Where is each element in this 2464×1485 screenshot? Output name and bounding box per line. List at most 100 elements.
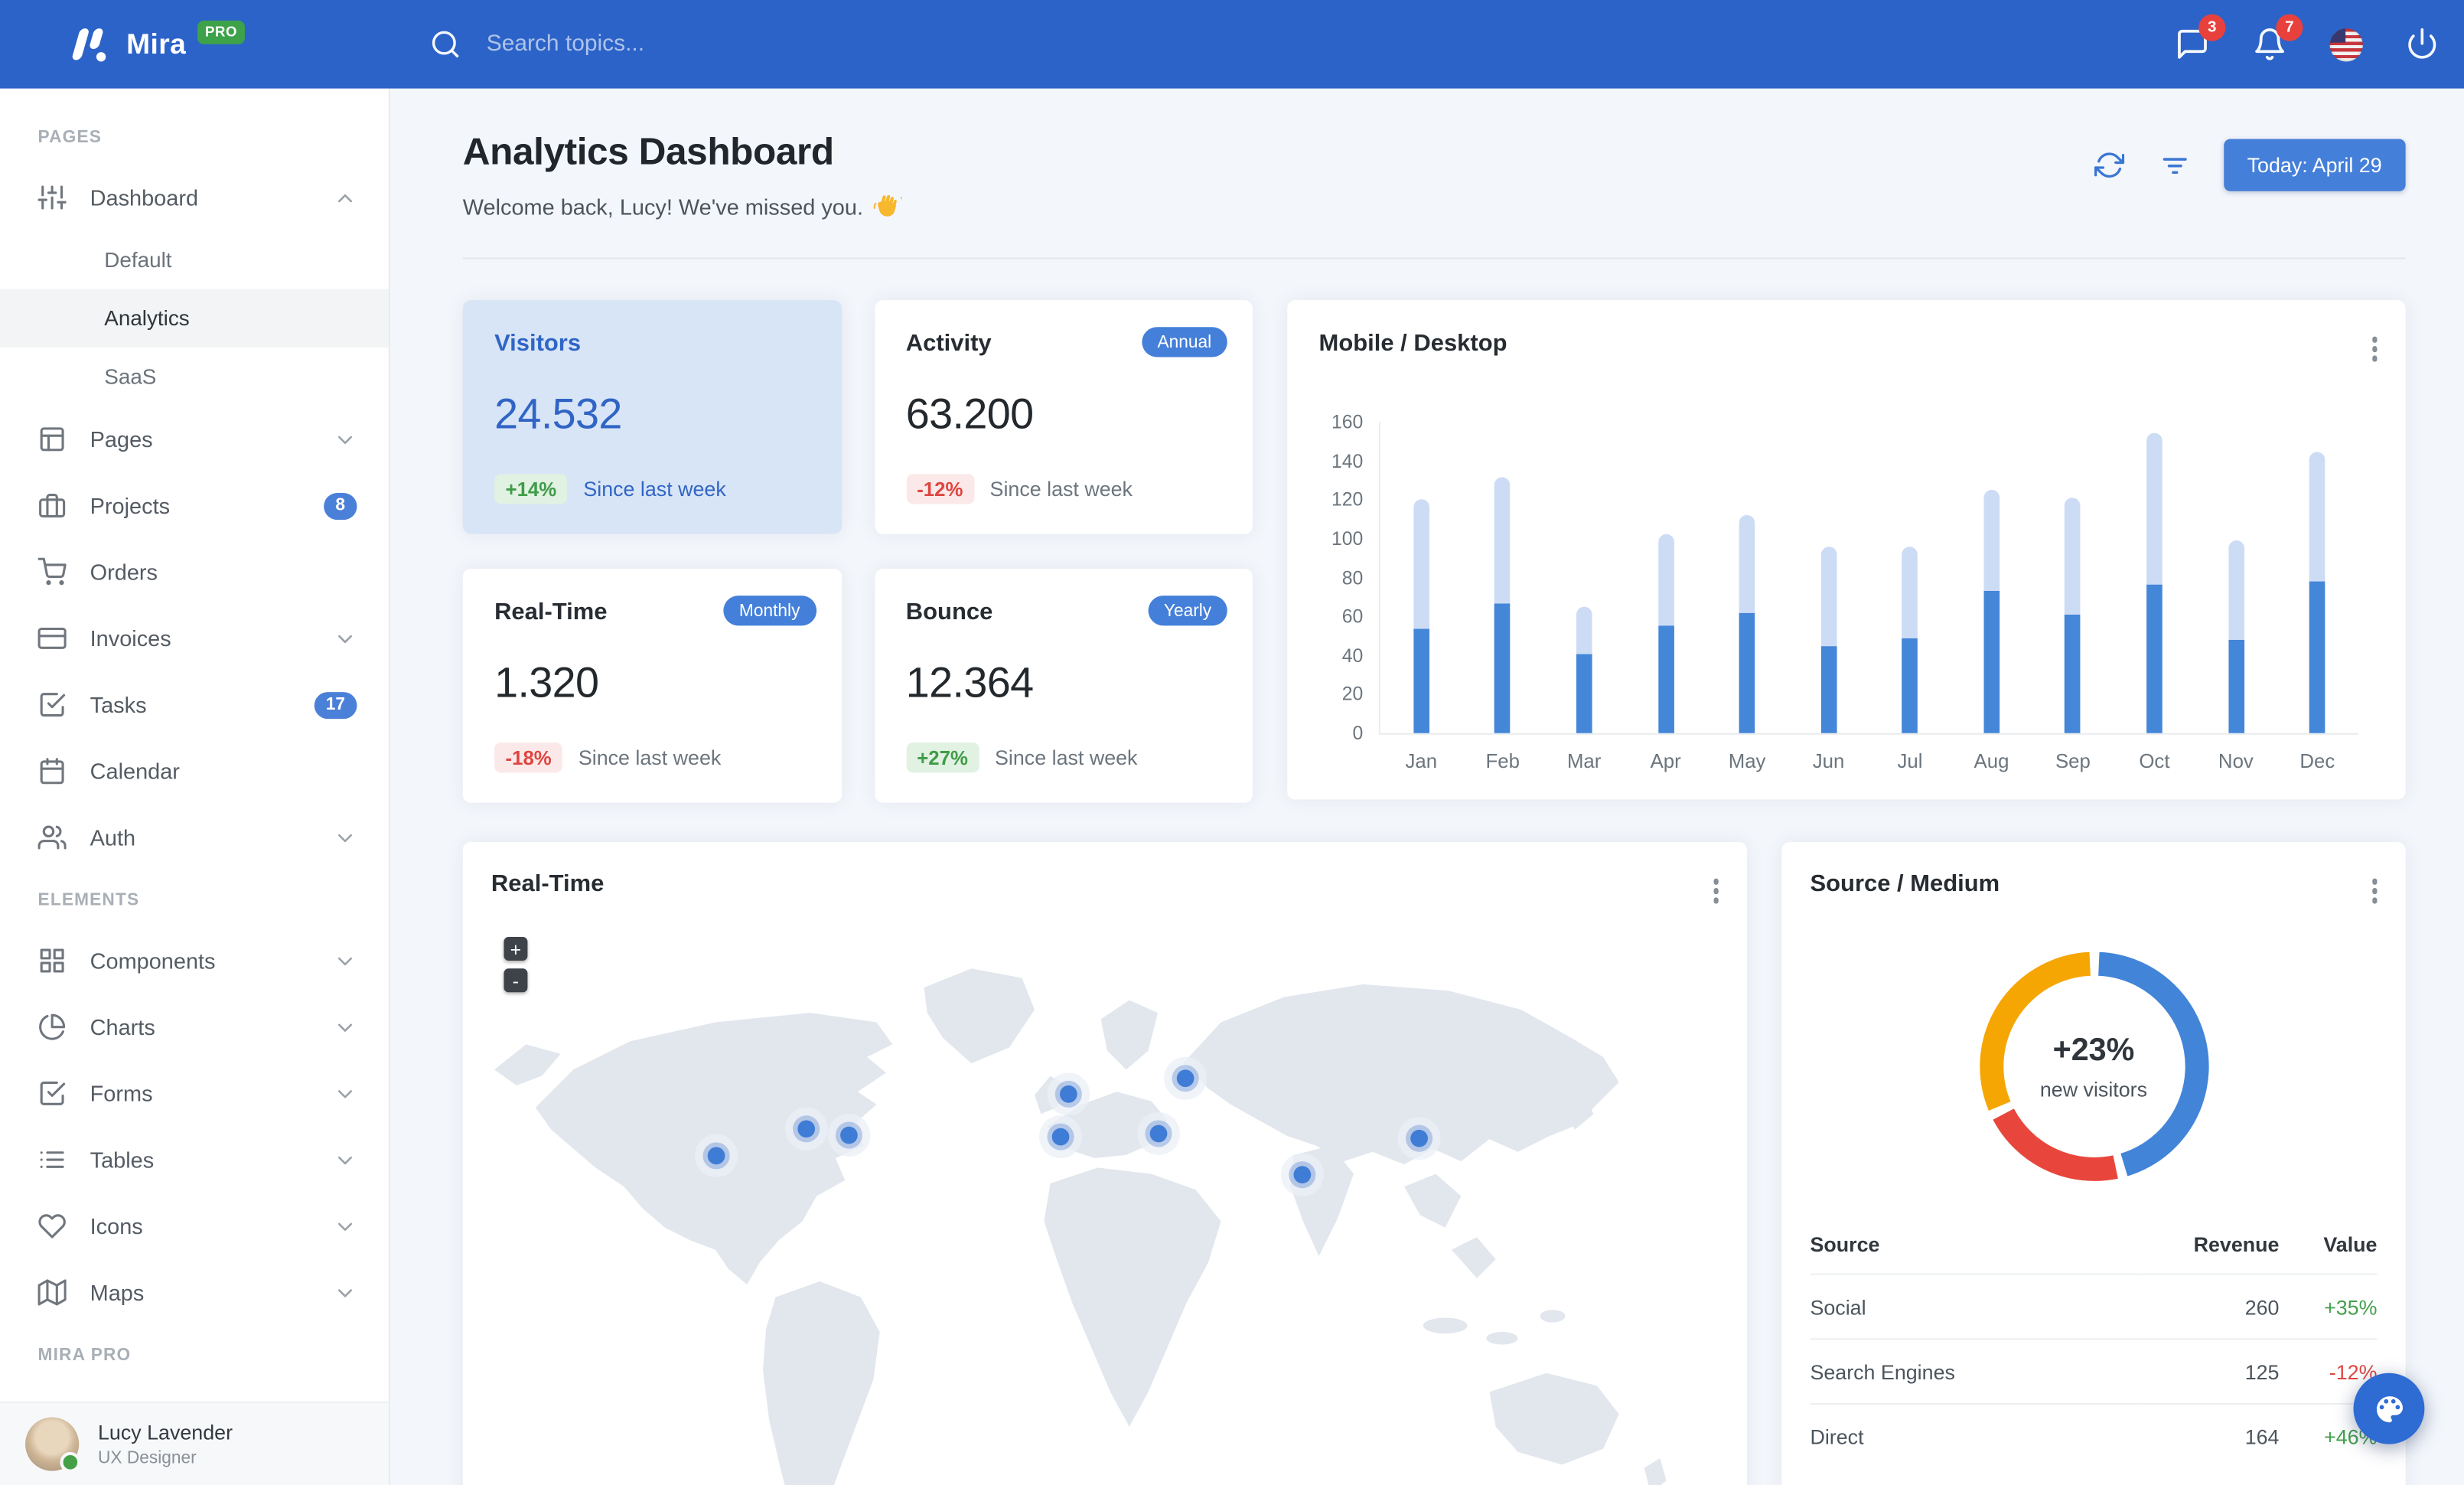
- bar-segment-desktop: [2228, 540, 2244, 640]
- welcome-subtitle: Welcome back, Lucy! We've missed you.: [463, 191, 903, 221]
- bar-segment-desktop: [1494, 476, 1511, 603]
- sidebar-item-orders[interactable]: Orders: [0, 539, 389, 605]
- sidebar-user[interactable]: Lucy Lavender UX Designer: [0, 1401, 389, 1485]
- sidebar-item-dashboard[interactable]: Dashboard: [0, 165, 389, 231]
- brand[interactable]: Mira PRO: [70, 0, 246, 89]
- bar-group-nov: [2195, 422, 2277, 733]
- sidebar-item-components[interactable]: Components: [0, 928, 389, 994]
- sidebar-item-charts[interactable]: Charts: [0, 994, 389, 1060]
- stat-period-badge[interactable]: Monthly: [723, 596, 816, 626]
- table-row: Search Engines 125 -12%: [1810, 1339, 2378, 1405]
- cell-value: +35%: [2279, 1274, 2378, 1340]
- messages-icon[interactable]: 3: [2175, 14, 2226, 61]
- kebab-menu-icon[interactable]: [2367, 873, 2382, 908]
- stats-grid: Visitors 24.532 +14% Since last week Activit…: [462, 300, 1253, 803]
- table-header-revenue: Revenue: [2136, 1218, 2280, 1275]
- cell-source: Direct: [1810, 1424, 1864, 1448]
- sidebar-subitem-default[interactable]: Default: [0, 230, 389, 289]
- x-axis-label: Oct: [2139, 750, 2170, 773]
- bar-segment-desktop: [1902, 546, 1918, 638]
- map-marker[interactable]: [706, 1146, 725, 1164]
- header-divider: [462, 257, 2406, 259]
- stat-period-badge[interactable]: Annual: [1141, 327, 1227, 357]
- stat-period-badge[interactable]: Yearly: [1148, 596, 1227, 626]
- sidebar-item-projects[interactable]: Projects 8: [0, 472, 389, 539]
- map-marker[interactable]: [1175, 1069, 1194, 1087]
- sidebar-item-maps[interactable]: Maps: [0, 1259, 389, 1326]
- navbar-actions: 3 7: [2175, 0, 2440, 89]
- map-marker[interactable]: [1051, 1127, 1069, 1145]
- donut-chart: +23% new visitors: [1967, 940, 2220, 1193]
- search-icon: [429, 28, 461, 60]
- map-marker[interactable]: [1149, 1124, 1167, 1142]
- bar-segment-desktop: [1413, 499, 1429, 628]
- bar-segment-desktop: [2065, 498, 2081, 615]
- notifications-bell-icon[interactable]: 7: [2252, 14, 2303, 61]
- map-marker[interactable]: [839, 1125, 857, 1144]
- check-square-icon: [38, 690, 67, 719]
- bar-group-aug: [1951, 422, 2032, 733]
- language-flag-icon[interactable]: [2329, 28, 2363, 61]
- sidebar-subitem-analytics[interactable]: Analytics: [0, 289, 389, 348]
- donut-center-value: +23%: [2052, 1032, 2135, 1068]
- sidebar-item-invoices[interactable]: Invoices: [0, 605, 389, 672]
- heart-icon: [38, 1212, 67, 1240]
- stat-delta-chip: -18%: [494, 742, 563, 773]
- sidebar-item-pages[interactable]: Pages: [0, 406, 389, 472]
- grid-icon: [38, 946, 67, 974]
- refresh-icon[interactable]: [2094, 149, 2125, 181]
- table-header-source: Source: [1810, 1218, 2137, 1275]
- calendar-icon: [38, 757, 67, 785]
- map-icon: [37, 1278, 67, 1307]
- stat-card-real-time: Real-Time Monthly 1.320 -18% Since last week: [462, 569, 842, 803]
- shopping-cart-icon: [37, 557, 67, 586]
- kebab-menu-icon[interactable]: [1708, 873, 1723, 908]
- chevron-down-icon: [334, 1148, 357, 1172]
- stat-caption: Since last week: [583, 477, 726, 501]
- sidebar-subitem-saas[interactable]: SaaS: [0, 348, 389, 406]
- stat-caption: Since last week: [578, 746, 722, 770]
- bar-segment-desktop: [1576, 606, 1592, 654]
- map-zoom-out-button[interactable]: -: [504, 968, 528, 993]
- chevron-down-icon: [334, 1281, 357, 1304]
- bar-group-dec: [2277, 422, 2358, 733]
- kebab-menu-icon[interactable]: [2367, 331, 2382, 366]
- cell-source: Search Engines: [1810, 1339, 2137, 1405]
- search-input[interactable]: [483, 30, 853, 59]
- world-map: [494, 968, 1667, 1485]
- stat-caption: Since last week: [995, 746, 1138, 770]
- sidebar-item-calendar[interactable]: Calendar: [0, 738, 389, 805]
- stat-value: 1.320: [494, 658, 599, 707]
- bar-group-jul: [1869, 422, 1951, 733]
- donut-center-label: new visitors: [2039, 1076, 2148, 1101]
- realtime-map-card: Real-Time + -: [462, 842, 1747, 1485]
- map-marker[interactable]: [1292, 1165, 1311, 1183]
- table-header-value: Value: [2279, 1218, 2378, 1275]
- date-button[interactable]: Today: April 29: [2223, 139, 2406, 191]
- bar-group-mar: [1543, 422, 1625, 733]
- sidebar-item-tasks[interactable]: Tasks 17: [0, 671, 389, 738]
- sidebar-item-tables[interactable]: Tables: [0, 1127, 389, 1193]
- sidebar-badge: 17: [314, 691, 357, 719]
- layout-icon: [38, 425, 67, 453]
- sidebar-item-forms[interactable]: Forms: [0, 1060, 389, 1127]
- filter-icon[interactable]: [2159, 149, 2190, 181]
- search-bar[interactable]: [429, 0, 853, 89]
- map-marker[interactable]: [1410, 1128, 1427, 1147]
- chevron-up-icon: [334, 186, 357, 210]
- x-axis-label: Dec: [2299, 750, 2335, 773]
- stat-card-bounce: Bounce Yearly 12.364 +27% Since last week: [874, 569, 1253, 803]
- map-zoom-in-button[interactable]: +: [504, 937, 528, 961]
- x-axis-label: Jul: [1897, 750, 1923, 773]
- sidebar-item-icons[interactable]: Icons: [0, 1193, 389, 1259]
- sidebar-nav: PAGES Dashboard Default Analytics SaaS Pages P…: [0, 89, 389, 1402]
- power-icon[interactable]: [2406, 27, 2440, 61]
- map-marker[interactable]: [1058, 1085, 1077, 1102]
- mobile-desktop-chart-card: Mobile / Desktop 160 140 120 100 80 60 40 20 0 Ja…: [1287, 300, 2406, 800]
- map-marker[interactable]: [797, 1119, 815, 1137]
- theme-palette-fab[interactable]: [2353, 1372, 2425, 1444]
- sidebar-item-auth[interactable]: Auth: [0, 805, 389, 871]
- stat-value: 12.364: [905, 658, 1034, 707]
- top-navbar: Mira PRO 3 7: [0, 0, 2464, 89]
- y-axis-tick: 160: [1331, 410, 1364, 433]
